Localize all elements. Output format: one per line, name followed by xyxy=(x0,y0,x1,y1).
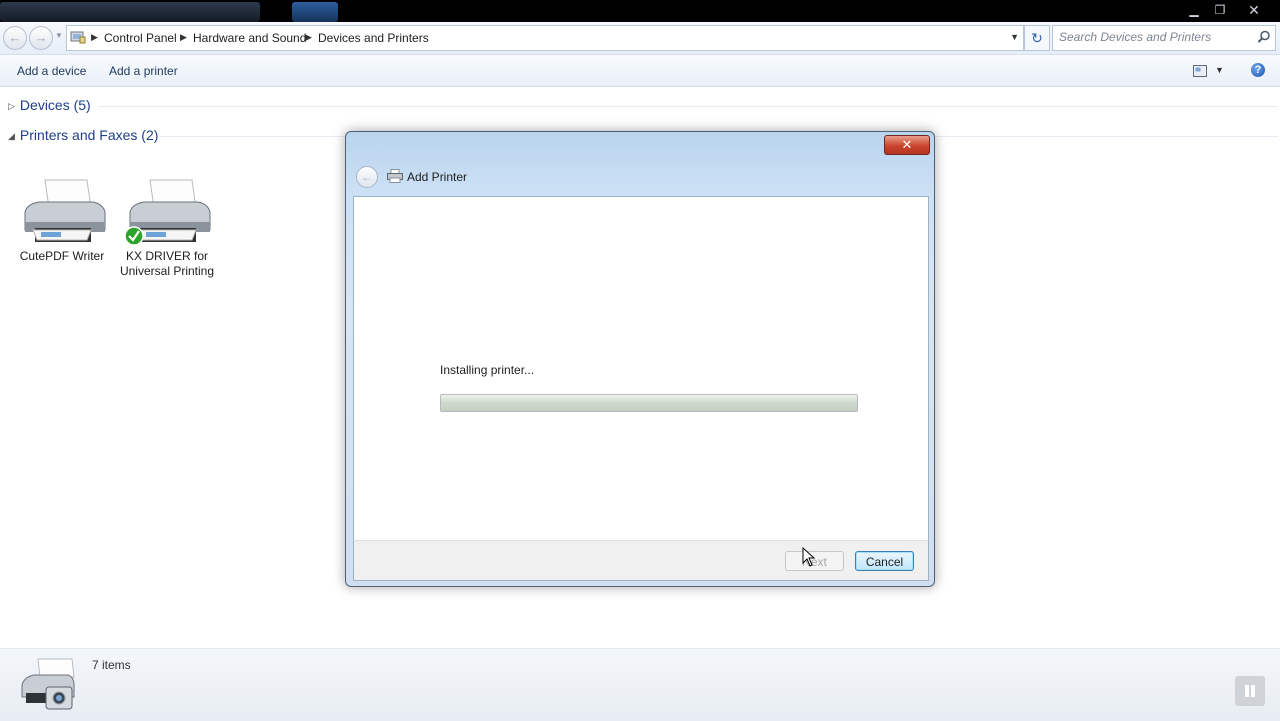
breadcrumb-hardware-and-sound[interactable]: Hardware and Sound xyxy=(193,31,306,45)
maximize-button[interactable]: ❐ xyxy=(1206,1,1234,19)
forward-button[interactable]: → xyxy=(29,26,53,50)
add-printer-dialog: ✕ ← Add Printer Installing printer... Ne… xyxy=(345,131,935,587)
dialog-back-button[interactable]: ← xyxy=(356,166,378,188)
pause-icon[interactable] xyxy=(1235,676,1265,706)
install-status-text: Installing printer... xyxy=(440,363,535,377)
default-printer-check-icon xyxy=(124,226,144,246)
group-divider xyxy=(935,136,1278,137)
progress-fill xyxy=(441,395,857,411)
devices-group-header[interactable]: ▷ Devices (5) xyxy=(8,97,91,113)
help-icon[interactable]: ? xyxy=(1251,63,1265,77)
search-box[interactable] xyxy=(1052,25,1276,51)
search-icon[interactable] xyxy=(1257,30,1271,44)
dialog-close-button[interactable]: ✕ xyxy=(884,135,930,155)
add-printer-button[interactable]: Add a printer xyxy=(109,64,178,78)
breadcrumb-separator-icon[interactable]: ▶ xyxy=(91,32,98,43)
item-count: 7 items xyxy=(92,658,131,672)
mouse-cursor-icon xyxy=(802,547,816,567)
collapse-arrow-icon[interactable]: ◢ xyxy=(8,131,15,141)
dialog-body: Installing printer... xyxy=(353,196,929,541)
printers-group-header[interactable]: ◢ Printers and Faxes (2) xyxy=(8,127,158,143)
breadcrumb-control-panel[interactable]: Control Panel xyxy=(104,31,177,45)
change-view-icon[interactable] xyxy=(1193,65,1207,77)
status-bar: 7 items xyxy=(0,648,1280,721)
search-input[interactable] xyxy=(1059,30,1249,44)
window-title-bar: ▁ ❐ ✕ xyxy=(0,0,1280,22)
add-device-button[interactable]: Add a device xyxy=(17,64,86,78)
breadcrumb-devices-and-printers[interactable]: Devices and Printers xyxy=(318,31,429,45)
control-panel-icon xyxy=(70,31,86,44)
view-options-dropdown-icon[interactable]: ▼ xyxy=(1215,65,1224,75)
printer-item-cutepdf-writer[interactable]: CutePDF Writer xyxy=(7,178,117,264)
dialog-title: Add Printer xyxy=(407,170,468,184)
group-divider xyxy=(98,106,1278,107)
refresh-button[interactable]: ↻ xyxy=(1024,25,1050,51)
address-dropdown-icon[interactable]: ▼ xyxy=(1010,32,1019,42)
close-window-button[interactable]: ✕ xyxy=(1240,1,1268,19)
address-bar[interactable]: ▶ Control Panel ▶ Hardware and Sound ▶ D… xyxy=(66,25,1024,51)
printer-icon xyxy=(124,179,211,246)
group-divider xyxy=(160,136,350,137)
cancel-button[interactable]: Cancel xyxy=(855,551,914,571)
dialog-footer: Next Cancel xyxy=(353,540,929,581)
printer-icon xyxy=(387,169,403,183)
printers-group-label: Printers and Faxes (2) xyxy=(19,127,159,143)
back-button[interactable]: ← xyxy=(3,26,27,50)
expand-arrow-icon[interactable]: ▷ xyxy=(8,101,15,111)
breadcrumb-separator-icon[interactable]: ▶ xyxy=(305,32,312,43)
devices-group-label: Devices (5) xyxy=(19,97,91,113)
printer-icon xyxy=(24,179,106,242)
printer-name: CutePDF Writer xyxy=(19,249,105,263)
breadcrumb-separator-icon[interactable]: ▶ xyxy=(180,32,187,43)
printer-item-kx-driver[interactable]: KX DRIVER for Universal Printing xyxy=(112,178,222,279)
background-window-ghost xyxy=(0,2,260,22)
minimize-button[interactable]: ▁ xyxy=(1180,1,1208,19)
address-toolbar: ← → ▼ ▶ Control Panel ▶ Hardware and Sou… xyxy=(0,22,1280,55)
recent-pages-dropdown-icon[interactable]: ▼ xyxy=(55,31,63,40)
devices-and-printers-icon xyxy=(21,658,75,710)
command-bar: Add a device Add a printer ▼ ? xyxy=(0,55,1280,87)
printer-name: KX DRIVER for Universal Printing xyxy=(119,249,215,278)
background-window-ghost xyxy=(292,2,338,22)
install-progress-bar xyxy=(440,394,858,412)
